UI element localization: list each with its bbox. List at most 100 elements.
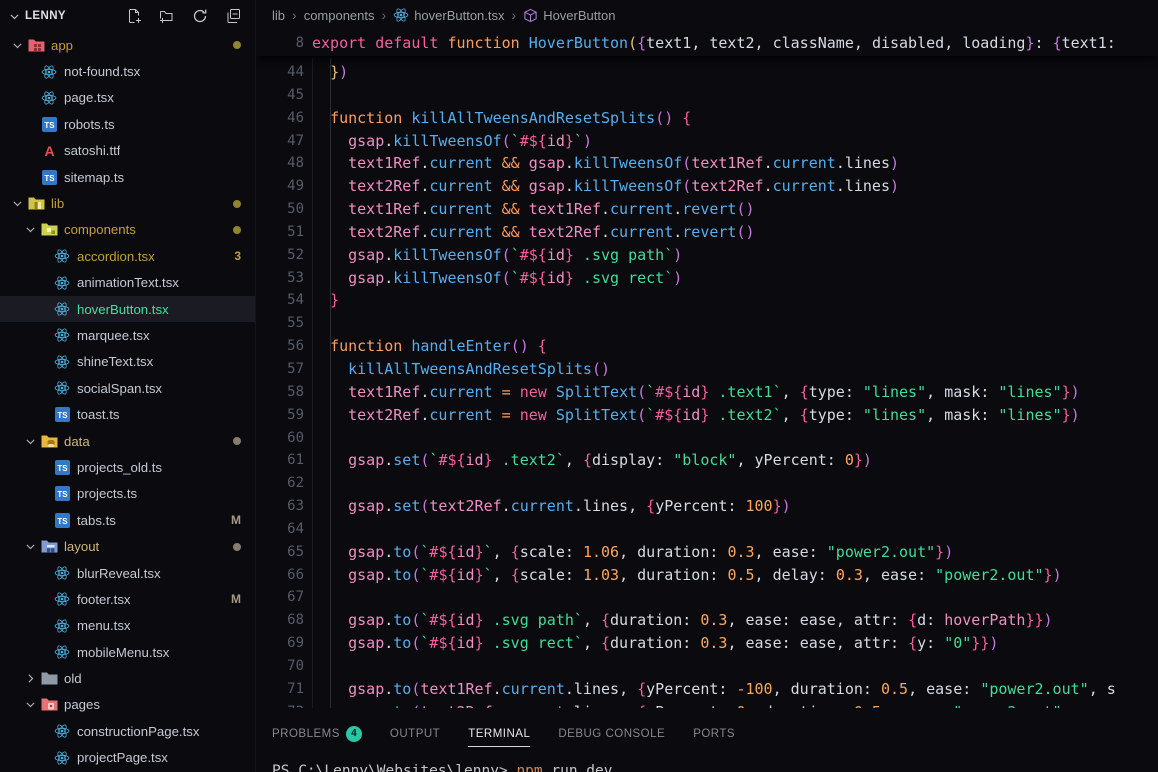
code-line-48[interactable]: 48 text1Ref.current && gsap.killTweensOf… [256, 152, 1158, 175]
tree-item-constructionPage-tsx[interactable]: constructionPage.tsx [0, 718, 255, 744]
tree-item-label: projectPage.tsx [77, 750, 168, 765]
new-file-icon[interactable] [125, 8, 142, 25]
code-line-68[interactable]: 68 gsap.to(`#${id} .svg path`, {duration… [256, 609, 1158, 632]
tree-item-robots-ts[interactable]: TSrobots.ts [0, 111, 255, 137]
code-line-72[interactable]: 72 gsap.to(text2Ref.current.lines, {yPer… [256, 701, 1158, 708]
tree-item-toast-ts[interactable]: TS toast.ts [0, 401, 255, 427]
code-line-69[interactable]: 69 gsap.to(`#${id} .svg rect`, {duration… [256, 632, 1158, 655]
code-line-57[interactable]: 57 killAllTweensAndResetSplits() [256, 358, 1158, 381]
svg-text:TS: TS [57, 411, 68, 420]
code-line-44[interactable]: 44 }) [256, 61, 1158, 84]
project-title: LENNY [25, 10, 66, 22]
line-number: 48 [256, 152, 304, 175]
collapse-folders-icon[interactable] [224, 8, 241, 25]
code-line-50[interactable]: 50 text1Ref.current && text1Ref.current.… [256, 198, 1158, 221]
tree-item-lib[interactable]: lib [0, 190, 255, 216]
tree-item-components[interactable]: components [0, 217, 255, 243]
tree-item-shineText-tsx[interactable]: shineText.tsx [0, 349, 255, 375]
tree-item-sitemap-ts[interactable]: TSsitemap.ts [0, 164, 255, 190]
tree-item-footer-tsx[interactable]: footer.tsxM [0, 586, 255, 612]
chevron-down-icon [21, 435, 39, 448]
explorer-section-header[interactable]: LENNY [0, 0, 255, 32]
code-text: text2Ref.current && text2Ref.current.rev… [312, 221, 755, 244]
tree-item-label: blurReveal.tsx [77, 566, 161, 581]
code-line-64[interactable]: 64 [256, 518, 1158, 541]
terminal-output[interactable]: PS C:\Lenny\Websites\lenny> npm run dev [272, 763, 612, 772]
code-line-51[interactable]: 51 text2Ref.current && text2Ref.current.… [256, 221, 1158, 244]
react-icon [39, 90, 59, 106]
breadcrumb-separator: › [382, 7, 387, 23]
code-line-62[interactable]: 62 [256, 472, 1158, 495]
tree-item-marquee-tsx[interactable]: marquee.tsx [0, 322, 255, 348]
tree-item-page-tsx[interactable]: page.tsx [0, 85, 255, 111]
react-icon [52, 618, 72, 634]
sticky-scroll-line[interactable]: 8export default function HoverButton({te… [256, 30, 1158, 56]
tree-item-layout[interactable]: layout [0, 533, 255, 559]
tree-item-label: footer.tsx [77, 592, 131, 607]
tree-item-projects-ts[interactable]: TSprojects.ts [0, 481, 255, 507]
breadcrumb-item-hoverbutton-tsx[interactable]: hoverButton.tsx [393, 7, 504, 23]
code-text: gsap.set(text2Ref.current.lines, {yPerce… [312, 495, 791, 518]
code-line-8[interactable]: 8export default function HoverButton({te… [256, 32, 1158, 55]
breadcrumb-item-lib[interactable]: lib [272, 8, 285, 23]
tree-item-projects-old-ts[interactable]: TSprojects_old.ts [0, 454, 255, 480]
code-line-71[interactable]: 71 gsap.to(text1Ref.current.lines, {yPer… [256, 678, 1158, 701]
folder-lib-icon [26, 196, 46, 211]
code-text: function handleEnter() { [312, 335, 547, 358]
tree-item-label: shineText.tsx [77, 354, 153, 369]
tree-item-label: constructionPage.tsx [77, 724, 199, 739]
panel-tab-problems[interactable]: PROBLEMS4 [272, 726, 362, 749]
code-line-60[interactable]: 60 [256, 427, 1158, 450]
tree-item-app[interactable]: app [0, 32, 255, 58]
refresh-explorer-icon[interactable] [191, 8, 208, 25]
panel-tab-ports[interactable]: PORTS [693, 728, 735, 747]
code-line-55[interactable]: 55 [256, 312, 1158, 335]
tree-item-not-found-tsx[interactable]: not-found.tsx [0, 58, 255, 84]
tree-item-hoverButton-tsx[interactable]: hoverButton.tsx [0, 296, 255, 322]
code-line-66[interactable]: 66 gsap.to(`#${id}`, {scale: 1.03, durat… [256, 564, 1158, 587]
code-line-49[interactable]: 49 text2Ref.current && gsap.killTweensOf… [256, 175, 1158, 198]
line-number: 54 [256, 289, 304, 312]
new-folder-icon[interactable] [158, 8, 175, 25]
code-viewport[interactable]: 44 })4546 function killAllTweensAndReset… [256, 58, 1158, 708]
breadcrumb-item-components[interactable]: components [304, 8, 375, 23]
panel-tab-debug-console[interactable]: DEBUG CONSOLE [558, 728, 665, 747]
breadcrumb-item-hoverbutton[interactable]: HoverButton [523, 8, 615, 23]
chevron-right-icon [21, 672, 39, 685]
chevron-down-icon [8, 39, 26, 52]
code-line-65[interactable]: 65 gsap.to(`#${id}`, {scale: 1.06, durat… [256, 541, 1158, 564]
tree-item-blurReveal-tsx[interactable]: blurReveal.tsx [0, 560, 255, 586]
tree-item-socialSpan-tsx[interactable]: socialSpan.tsx [0, 375, 255, 401]
code-line-47[interactable]: 47 gsap.killTweensOf(`#${id}`) [256, 130, 1158, 153]
tree-item-tabs-ts[interactable]: TStabs.tsM [0, 507, 255, 533]
code-line-58[interactable]: 58 text1Ref.current = new SplitText(`#${… [256, 381, 1158, 404]
code-line-52[interactable]: 52 gsap.killTweensOf(`#${id} .svg path`) [256, 244, 1158, 267]
code-line-59[interactable]: 59 text2Ref.current = new SplitText(`#${… [256, 404, 1158, 427]
code-line-63[interactable]: 63 gsap.set(text2Ref.current.lines, {yPe… [256, 495, 1158, 518]
code-line-46[interactable]: 46 function killAllTweensAndResetSplits(… [256, 107, 1158, 130]
code-line-56[interactable]: 56 function handleEnter() { [256, 335, 1158, 358]
font-icon: A [39, 143, 59, 158]
code-text: text2Ref.current = new SplitText(`#${id}… [312, 404, 1080, 427]
tree-item-projectPage-tsx[interactable]: projectPage.tsx [0, 745, 255, 771]
tree-item-accordion-tsx[interactable]: accordion.tsx3 [0, 243, 255, 269]
indent-guide-active [330, 58, 331, 708]
tree-item-label: pages [64, 697, 100, 712]
tree-item-old[interactable]: old [0, 665, 255, 691]
code-line-70[interactable]: 70 [256, 655, 1158, 678]
tree-item-pages[interactable]: pages [0, 692, 255, 718]
tree-item-satoshi-ttf[interactable]: Asatoshi.ttf [0, 138, 255, 164]
tree-item-data[interactable]: data [0, 428, 255, 454]
code-line-67[interactable]: 67 [256, 586, 1158, 609]
code-line-54[interactable]: 54 } [256, 289, 1158, 312]
tree-item-label: toast.ts [77, 407, 120, 422]
line-number: 46 [256, 107, 304, 130]
code-line-45[interactable]: 45 [256, 84, 1158, 107]
panel-tab-terminal[interactable]: TERMINAL [468, 728, 530, 747]
panel-tab-output[interactable]: OUTPUT [390, 728, 440, 747]
code-line-61[interactable]: 61 gsap.set(`#${id} .text2`, {display: "… [256, 449, 1158, 472]
tree-item-mobileMenu-tsx[interactable]: mobileMenu.tsx [0, 639, 255, 665]
code-line-53[interactable]: 53 gsap.killTweensOf(`#${id} .svg rect`) [256, 267, 1158, 290]
tree-item-animationText-tsx[interactable]: animationText.tsx [0, 270, 255, 296]
tree-item-menu-tsx[interactable]: menu.tsx [0, 613, 255, 639]
